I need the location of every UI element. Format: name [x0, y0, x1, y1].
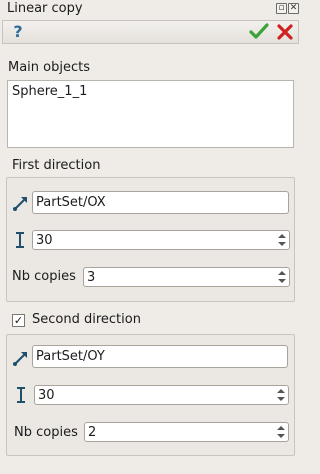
close-button[interactable]: ✕	[288, 3, 299, 14]
x-icon	[277, 24, 293, 40]
first-distance-spinbox[interactable]: 30	[32, 230, 290, 250]
first-axis-value: PartSet/OX	[36, 195, 106, 210]
second-distance-spinbox[interactable]: 30	[34, 385, 289, 405]
second-direction-checkbox[interactable]: ✓	[12, 314, 25, 327]
second-nb-copies-label: Nb copies	[14, 425, 78, 440]
spin-arrows-icon[interactable]	[276, 269, 288, 285]
window-titlebar: Linear copy ▫ ✕	[0, 0, 301, 19]
first-nb-copies-label: Nb copies	[12, 269, 76, 284]
help-button[interactable]: ?	[9, 22, 27, 42]
second-nb-copies-spinbox[interactable]: 2	[84, 422, 289, 442]
second-direction-panel: PartSet/OY 30 Nb copies 2	[6, 334, 295, 456]
check-icon	[249, 23, 269, 39]
distance-icon	[16, 232, 24, 248]
first-nb-copies-spinbox[interactable]: 3	[83, 267, 290, 287]
cancel-button[interactable]	[275, 22, 295, 42]
first-distance-value: 30	[36, 233, 53, 248]
spin-arrows-icon[interactable]	[275, 424, 287, 440]
first-axis-field[interactable]: PartSet/OX	[32, 191, 289, 214]
second-direction-label: Second direction	[32, 312, 141, 327]
second-axis-value: PartSet/OY	[36, 349, 105, 364]
float-button[interactable]: ▫	[276, 3, 287, 14]
spin-arrows-icon[interactable]	[275, 387, 287, 403]
second-distance-value: 30	[38, 388, 55, 403]
dialog-toolbar: ?	[2, 20, 299, 44]
second-axis-field[interactable]: PartSet/OY	[32, 345, 288, 368]
spin-arrows-icon[interactable]	[276, 232, 288, 248]
main-objects-list[interactable]: Sphere_1_1	[7, 80, 294, 148]
first-nb-copies-value: 3	[87, 270, 96, 285]
main-objects-label: Main objects	[8, 60, 90, 75]
axis-icon	[13, 197, 27, 211]
window-title: Linear copy	[7, 1, 83, 16]
axis-icon	[13, 352, 27, 366]
ok-button[interactable]	[249, 22, 269, 42]
first-direction-label: First direction	[12, 158, 101, 173]
list-item[interactable]: Sphere_1_1	[12, 84, 87, 99]
distance-icon	[17, 387, 25, 403]
second-nb-copies-value: 2	[88, 425, 97, 440]
first-direction-panel: PartSet/OX 30 Nb copies 3	[6, 177, 295, 302]
